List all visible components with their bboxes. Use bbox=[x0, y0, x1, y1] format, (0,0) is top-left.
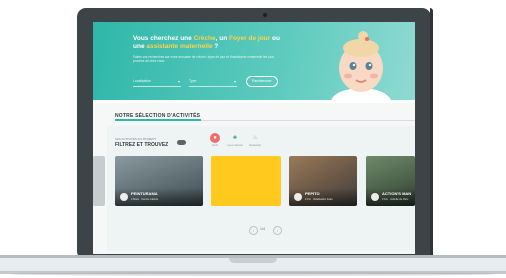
activity-card-subtitle: 2 Km · Réalisation Faire bbox=[305, 198, 333, 201]
activity-card-title: PEINTURAMA bbox=[131, 191, 158, 196]
activity-card-title: ACTION'S MAN bbox=[382, 191, 412, 196]
laptop-screen: Vous cherchez une Crèche, un Foyer de jo… bbox=[93, 22, 415, 254]
activity-card-subtitle: 2 Mars · Centre culturel bbox=[131, 198, 159, 201]
activity-card[interactable]: ACTION'S MAN 3 Km · Activité du Parc bbox=[366, 156, 415, 206]
cup-icon: ♨ bbox=[252, 135, 258, 141]
pager-indicator: 1/4 bbox=[260, 227, 265, 231]
hero-title-highlight: Foyer de jour bbox=[228, 35, 271, 42]
activity-logo-icon bbox=[371, 193, 379, 201]
card-overlay bbox=[115, 188, 203, 206]
filters-kicker: LES ACTIVITÉS DU MOMENT bbox=[115, 137, 157, 141]
laptop-shadow bbox=[10, 272, 496, 276]
hero-title-text: une bbox=[133, 43, 147, 50]
location-select[interactable]: Localisation ▾ bbox=[133, 77, 181, 87]
hero-title-text: Vous cherchez une bbox=[133, 35, 194, 42]
activity-logo-icon bbox=[120, 193, 128, 201]
activity-card[interactable]: PEINTURAMA 2 Mars · Centre culturel bbox=[115, 156, 203, 206]
tree-icon: ♣ bbox=[233, 135, 237, 141]
activity-card-title: PEPITO bbox=[305, 191, 320, 196]
category-restaurant[interactable]: ♨ Restaurant bbox=[245, 133, 265, 147]
hero-banner: Vous cherchez une Crèche, un Foyer de jo… bbox=[93, 22, 415, 100]
category-label: Restaurant bbox=[249, 144, 261, 147]
baby-photo bbox=[331, 31, 391, 100]
hero-title: Vous cherchez une Crèche, un Foyer de jo… bbox=[133, 35, 303, 51]
hero-title-text: ou bbox=[270, 35, 280, 42]
chevron-down-icon: ▾ bbox=[233, 79, 236, 84]
hero-title-text: ? bbox=[212, 43, 219, 50]
chevron-down-icon: ▾ bbox=[177, 79, 180, 84]
laptop-mockup: Vous cherchez une Crèche, un Foyer de jo… bbox=[0, 0, 506, 278]
type-select-label: Type bbox=[189, 79, 197, 83]
chevron-left-icon[interactable]: ‹ bbox=[249, 226, 258, 235]
hero-description: Faites vos recherches sur notre annuaire… bbox=[133, 55, 274, 63]
filters-title: FILTREZ ET TROUVEZ bbox=[115, 142, 169, 148]
hero-title-highlight: Crèche bbox=[193, 35, 216, 42]
activity-card-subtitle: 3 Km · Activité du Parc bbox=[382, 198, 409, 201]
activity-logo-icon bbox=[294, 193, 302, 201]
carousel-pager: ‹ 1/4 › bbox=[241, 226, 291, 235]
laptop-lid-edge bbox=[430, 8, 433, 260]
activity-card[interactable]: PEPITO 2 Km · Réalisation Faire bbox=[289, 156, 357, 206]
search-button[interactable]: Rechercher bbox=[246, 76, 278, 87]
hero-title-highlight: assistante maternelle bbox=[146, 43, 213, 50]
activity-card-partial[interactable] bbox=[93, 156, 105, 206]
category-label: Lieux culturels bbox=[227, 144, 243, 147]
hero-divider bbox=[93, 100, 415, 103]
laptop-notch bbox=[229, 258, 277, 263]
hero-title-text: , un bbox=[215, 35, 229, 42]
filters-toggle[interactable] bbox=[177, 140, 186, 145]
activity-card-placeholder[interactable] bbox=[211, 156, 281, 206]
type-select[interactable]: Type ▾ bbox=[189, 77, 237, 87]
ball-icon: ● bbox=[210, 133, 220, 143]
location-select-label: Localisation bbox=[133, 79, 151, 83]
category-sport[interactable]: ● Sport bbox=[205, 133, 225, 147]
category-label: Sport bbox=[212, 144, 218, 147]
camera-icon bbox=[263, 13, 267, 17]
section-underline bbox=[115, 119, 201, 121]
chevron-right-icon[interactable]: › bbox=[273, 226, 282, 235]
category-cultural[interactable]: ♣ Lieux culturels bbox=[225, 133, 245, 147]
